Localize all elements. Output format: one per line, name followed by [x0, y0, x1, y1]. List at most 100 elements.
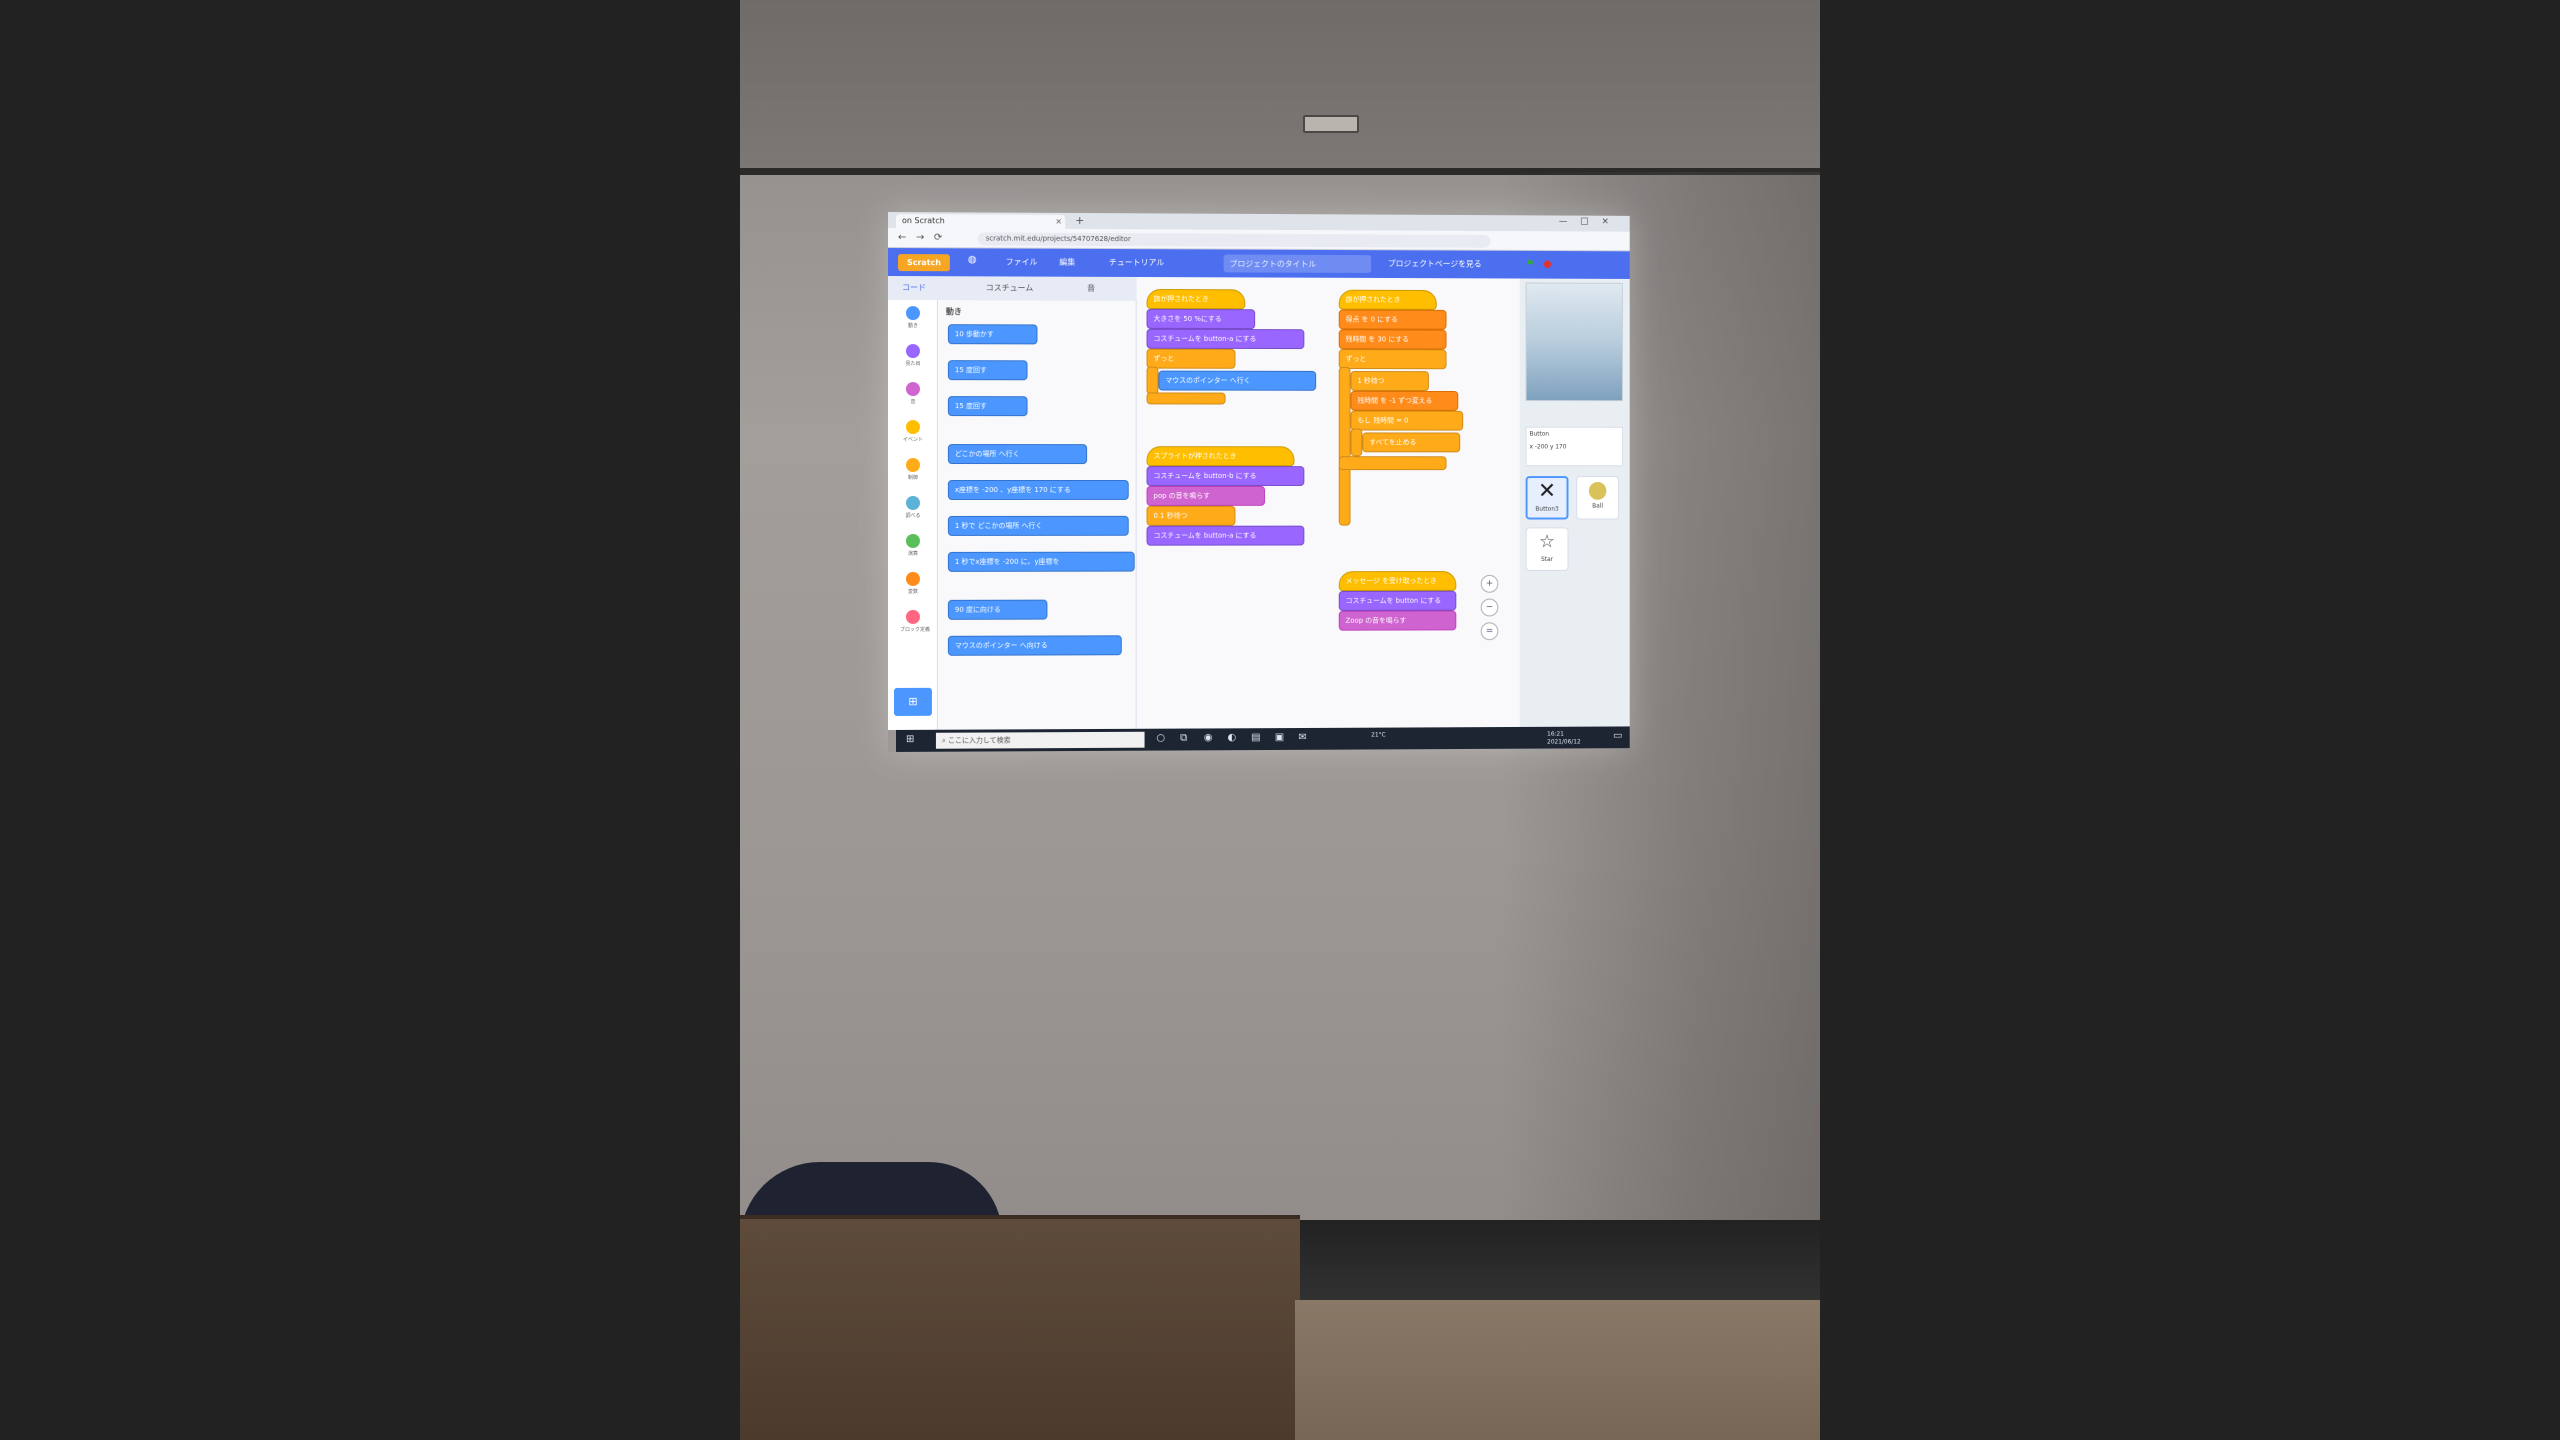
script-block[interactable]: 1 秒待つ [1350, 371, 1429, 391]
if-block[interactable]: もし 残時間 = 0 [1350, 410, 1464, 431]
forever-block-arm [1338, 367, 1351, 526]
task-view-icon[interactable]: ⧉ [1180, 733, 1187, 744]
scratch-menu-bar: Scratch ◍ ファイル 編集 チュートリアル プロジェクトのタイトル プロ… [888, 248, 1630, 279]
ceiling-fixture [1303, 115, 1359, 133]
palette-block[interactable]: x座標を -200 、y座標を 170 にする [947, 480, 1129, 500]
reload-icon[interactable]: ⟳ [934, 232, 942, 243]
forward-icon[interactable]: → [916, 232, 924, 243]
category-variables[interactable]: 変数 [900, 571, 926, 608]
script-block[interactable]: コスチュームを button にする [1338, 590, 1457, 611]
category-operators[interactable]: 演算 [900, 533, 926, 570]
url-field[interactable]: scratch.mit.edu/projects/54707628/editor [977, 232, 1491, 248]
forever-block[interactable]: ずっと [1338, 349, 1447, 370]
palette-block[interactable]: 90 度に向ける [947, 599, 1048, 620]
y-value[interactable]: 170 [1555, 444, 1566, 451]
category-menu: 動き 見た目 音 イベント 制御 調べる 演算 変数 ブロック定義 ⊞ [888, 300, 938, 730]
tab-sounds[interactable]: 音 [1087, 283, 1095, 294]
script-block[interactable]: 0.1 秒待つ [1146, 505, 1236, 526]
category-looks[interactable]: 見た目 [900, 344, 926, 380]
clock-time[interactable]: 16:21 [1547, 731, 1564, 738]
script-block[interactable]: マウスのポインター へ行く [1158, 370, 1317, 391]
sprite-info-panel: Button x -200 y 170 [1525, 426, 1623, 467]
category-sound[interactable]: 音 [900, 382, 926, 418]
sprite-name[interactable]: Button [1530, 431, 1620, 438]
globe-icon[interactable]: ◍ [968, 254, 977, 265]
weather-temperature[interactable]: 21°C [1371, 732, 1386, 739]
browser-taskbar-icon[interactable]: ◉ [1204, 732, 1213, 743]
script-hat-block[interactable]: 旗が押されたとき [1146, 288, 1246, 310]
see-project-page-button[interactable]: プロジェクトページを見る [1388, 258, 1482, 269]
browser-window: on Scratch × + — □ × ← → ⟳ scratch.mit.e… [888, 212, 1630, 730]
mail-icon[interactable]: ✉ [1298, 732, 1306, 743]
windows-start-icon[interactable]: ⊞ [906, 734, 914, 745]
taskbar-search[interactable]: ⌕ ここに入力して検索 [935, 731, 1145, 749]
file-explorer-icon[interactable]: ▤ [1251, 732, 1260, 743]
notification-icon[interactable]: ▭ [1613, 730, 1622, 741]
tutorial-button[interactable]: チュートリアル [1109, 257, 1164, 268]
tab-title: on Scratch [901, 216, 945, 226]
new-tab-icon[interactable]: + [1075, 214, 1084, 227]
palette-block[interactable]: マウスのポインター へ向ける [947, 635, 1122, 656]
zoom-out-icon[interactable]: − [1480, 598, 1499, 617]
category-motion[interactable]: 動き [900, 306, 926, 342]
cortana-icon[interactable]: ○ [1156, 733, 1165, 744]
stop-icon[interactable]: ● [1543, 259, 1552, 270]
script-block[interactable]: 得点 を 0 にする [1338, 309, 1447, 330]
palette-block[interactable]: 1 秒でx座標を -200 に、y座標を [947, 551, 1135, 572]
tab-costumes[interactable]: コスチューム [986, 282, 1034, 293]
block-palette: 動き 10 歩動かす 15 度回す 15 度回す どこかの場所 へ行く x座標を… [937, 300, 1137, 730]
code-workspace[interactable]: 旗が押されたとき 大きさを 50 %にする コスチュームを button-a に… [1136, 276, 1520, 729]
zoom-in-icon[interactable]: + [1480, 574, 1499, 593]
store-icon[interactable]: ▣ [1275, 732, 1284, 743]
script-block[interactable]: コスチュームを button-a にする [1146, 525, 1305, 546]
sprite-tile[interactable]: Ball [1576, 476, 1620, 520]
stage-area: ⚑ ● Button x -200 y 170 ✕ Button3 Ball ☆… [1519, 259, 1630, 727]
sprite-tile[interactable]: ✕ Button3 [1525, 476, 1569, 520]
script-hat-block[interactable]: 旗が押されたとき [1338, 289, 1437, 310]
zoom-reset-icon[interactable]: = [1480, 622, 1499, 641]
ceiling [740, 0, 1820, 172]
palette-title: 動き [945, 307, 962, 317]
menu-edit[interactable]: 編集 [1059, 257, 1075, 268]
browser-tab[interactable]: on Scratch × [895, 214, 1066, 229]
category-events[interactable]: イベント [900, 420, 926, 456]
close-window-icon[interactable]: × [1602, 217, 1609, 227]
script-hat-block[interactable]: メッセージ を受け取ったとき [1338, 571, 1457, 592]
script-block[interactable]: 残時間 を -1 ずつ変える [1350, 390, 1459, 411]
category-sensing[interactable]: 調べる [900, 495, 926, 532]
palette-block[interactable]: 15 度回す [947, 360, 1028, 381]
category-my-blocks[interactable]: ブロック定義 [900, 609, 930, 646]
scratch-logo[interactable]: Scratch [897, 254, 950, 272]
tab-close-icon[interactable]: × [1055, 217, 1062, 226]
script-block[interactable]: すべてを止める [1362, 432, 1461, 453]
forever-block[interactable]: ずっと [1146, 348, 1236, 369]
tab-code[interactable]: コード [902, 282, 926, 293]
back-icon[interactable]: ← [898, 232, 906, 243]
script-block[interactable]: Zoop の音を鳴らす [1338, 610, 1457, 631]
palette-block[interactable]: 15 度回す [947, 396, 1028, 417]
maximize-icon[interactable]: □ [1580, 217, 1588, 227]
category-control[interactable]: 制御 [900, 458, 926, 494]
palette-block[interactable]: 10 歩動かす [947, 324, 1038, 345]
script-block[interactable]: 大きさを 50 %にする [1146, 308, 1256, 330]
windows-taskbar: ⊞ ⌕ ここに入力して検索 ○ ⧉ ◉ ◐ ▤ ▣ ✉ 21°C 16:21 2… [895, 726, 1630, 752]
menu-file[interactable]: ファイル [1006, 257, 1038, 268]
edge-icon[interactable]: ◐ [1228, 732, 1237, 743]
add-extension-icon[interactable]: ⊞ [893, 687, 932, 716]
script-block[interactable]: コスチュームを button-a にする [1146, 328, 1305, 350]
green-flag-icon[interactable]: ⚑ [1526, 259, 1535, 270]
sprite-tile[interactable]: ☆ Star [1525, 527, 1569, 571]
x-value[interactable]: -200 [1535, 443, 1548, 450]
palette-block[interactable]: どこかの場所 へ行く [947, 444, 1088, 465]
project-title-input[interactable]: プロジェクトのタイトル [1223, 254, 1372, 273]
script-block[interactable]: コスチュームを button-b にする [1146, 466, 1305, 486]
stage-canvas[interactable] [1525, 282, 1623, 402]
clock-date[interactable]: 2021/06/12 [1547, 739, 1581, 746]
minimize-icon[interactable]: — [1559, 217, 1568, 227]
sprite-tile-label: Star [1541, 556, 1554, 563]
palette-block[interactable]: 1 秒で どこかの場所 へ行く [947, 515, 1129, 536]
script-block[interactable]: pop の音を鳴らす [1146, 485, 1265, 506]
script-hat-block[interactable]: スプライトが押されたとき [1146, 446, 1295, 467]
desk-2 [1295, 1300, 1820, 1440]
script-block[interactable]: 残時間 を 30 にする [1338, 329, 1447, 350]
